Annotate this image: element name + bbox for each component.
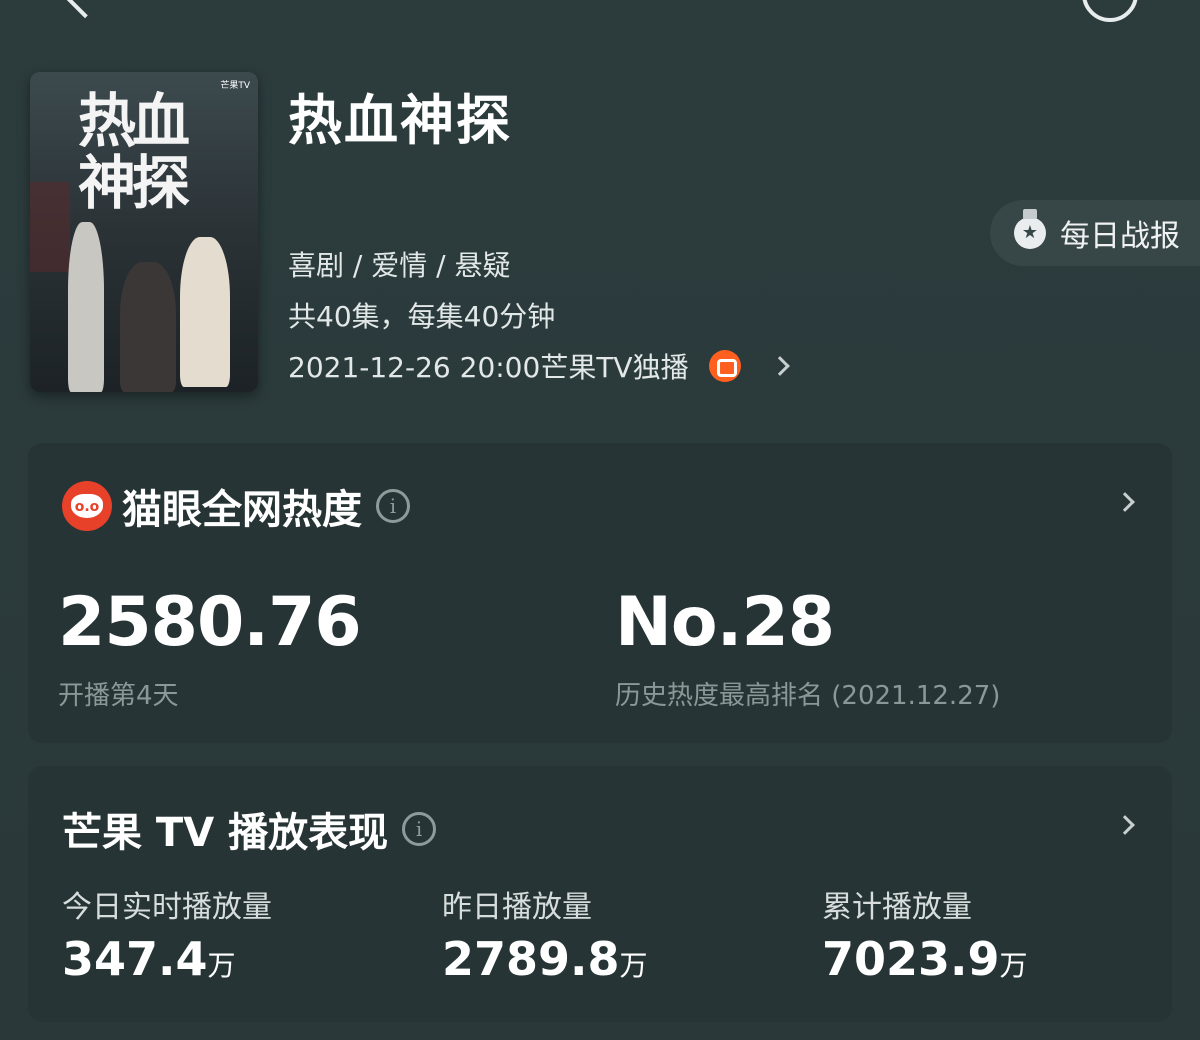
medal-icon: ★ [1014, 209, 1046, 249]
stat-unit: 万 [207, 949, 236, 982]
info-icon[interactable]: i [376, 489, 410, 523]
poster-figure [68, 222, 104, 392]
show-airing-text: 2021-12-26 20:00芒果TV独播 [288, 351, 689, 384]
stat-number: 2789.8 [442, 932, 620, 986]
info-icon[interactable]: i [402, 812, 437, 846]
show-airing-link[interactable]: 2021-12-26 20:00芒果TV独播 [288, 346, 790, 386]
more-icon[interactable] [1082, 0, 1138, 22]
poster-figure [180, 237, 230, 387]
heat-card-title: 猫眼全网热度 [122, 487, 362, 533]
page: 芒果TV 热血神探 热血神探 喜剧 / 爱情 / 悬疑 共40集，每集40分钟 … [0, 0, 1200, 1040]
show-episodes: 共40集，每集40分钟 [288, 300, 556, 333]
heat-value: 2580.76 [58, 583, 362, 662]
chevron-right-icon[interactable] [1115, 815, 1135, 835]
maoyan-cat-logo-icon: o.o [62, 481, 112, 531]
stat-unit: 万 [999, 949, 1028, 982]
stat-label-total: 累计播放量 [822, 890, 972, 925]
daily-report-button[interactable]: ★ 每日战报 [990, 200, 1200, 266]
poster-window-decor [30, 182, 70, 272]
stat-number: 7023.9 [822, 932, 1000, 986]
poster-badge: 芒果TV [220, 81, 250, 91]
play-performance-card[interactable]: 芒果 TV 播放表现 i 今日实时播放量 347.4万 昨日播放量 2789.8… [28, 766, 1172, 1022]
show-poster[interactable]: 芒果TV 热血神探 [30, 72, 258, 392]
play-card-title: 芒果 TV 播放表现 [62, 810, 389, 856]
heat-days-label: 开播第4天 [58, 681, 179, 711]
heat-rank: No.28 [615, 583, 835, 662]
poster-figure [120, 262, 176, 392]
stat-number: 347.4 [62, 932, 208, 986]
daily-report-label: 每日战报 [1060, 219, 1180, 254]
stat-value-total: 7023.9万 [822, 932, 1028, 986]
stat-unit: 万 [619, 949, 648, 982]
stat-value-today: 347.4万 [62, 932, 236, 986]
chevron-right-icon [769, 356, 790, 376]
stat-label-yesterday: 昨日播放量 [442, 890, 592, 925]
mango-tv-logo-icon [708, 350, 741, 382]
stat-label-today: 今日实时播放量 [62, 890, 272, 925]
stat-value-yesterday: 2789.8万 [442, 932, 648, 986]
back-icon[interactable] [63, 0, 107, 19]
heat-peak-rank-label: 历史热度最高排名 (2021.12.27) [615, 681, 1001, 711]
heat-card[interactable]: o.o 猫眼全网热度 i 2580.76 开播第4天 No.28 历史热度最高排… [28, 443, 1172, 743]
show-title: 热血神探 [288, 89, 512, 152]
chevron-right-icon[interactable] [1115, 492, 1135, 512]
play-card-header: 芒果 TV 播放表现 i [62, 800, 437, 858]
heat-card-header: o.o 猫眼全网热度 i [62, 477, 410, 535]
show-genres: 喜剧 / 爱情 / 悬疑 [288, 249, 511, 282]
poster-title: 热血神探 [78, 87, 190, 217]
